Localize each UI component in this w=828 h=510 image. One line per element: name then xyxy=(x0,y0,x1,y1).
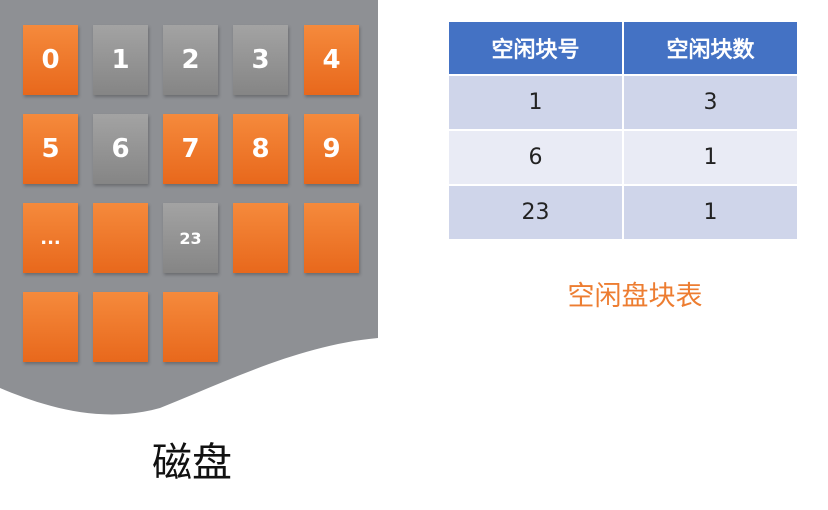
disk-block: 4 xyxy=(304,25,359,95)
free-block-table: 空闲块号 空闲块数 1 3 6 1 23 1 xyxy=(447,20,799,241)
table-cell: 6 xyxy=(449,131,622,184)
disk-block: 7 xyxy=(163,114,218,184)
disk-block xyxy=(304,203,359,273)
disk-block: 6 xyxy=(93,114,148,184)
disk-block xyxy=(93,292,148,362)
disk-block: 3 xyxy=(233,25,288,95)
column-header-block-count: 空闲块数 xyxy=(624,22,797,74)
table-cell: 1 xyxy=(624,131,797,184)
table-cell: 1 xyxy=(449,76,622,129)
table-header-row: 空闲块号 空闲块数 xyxy=(449,22,797,74)
table-row: 1 3 xyxy=(449,76,797,129)
table-cell: 23 xyxy=(449,186,622,239)
table-cell: 3 xyxy=(624,76,797,129)
disk-block xyxy=(23,292,78,362)
disk-block xyxy=(93,203,148,273)
table-caption: 空闲盘块表 xyxy=(567,281,703,312)
disk-block: 23 xyxy=(163,203,218,273)
disk-block: 0 xyxy=(23,25,78,95)
table-cell: 1 xyxy=(624,186,797,239)
table-row: 23 1 xyxy=(449,186,797,239)
table-row: 6 1 xyxy=(449,131,797,184)
column-header-start-block: 空闲块号 xyxy=(449,22,622,74)
disk-block: 5 xyxy=(23,114,78,184)
disk-block xyxy=(233,203,288,273)
disk-block: 8 xyxy=(233,114,288,184)
disk-block: ... xyxy=(23,203,78,273)
disk-block xyxy=(163,292,218,362)
disk-block: 9 xyxy=(304,114,359,184)
disk-block: 2 xyxy=(163,25,218,95)
disk-label: 磁盘 xyxy=(152,440,232,486)
disk-block: 1 xyxy=(93,25,148,95)
